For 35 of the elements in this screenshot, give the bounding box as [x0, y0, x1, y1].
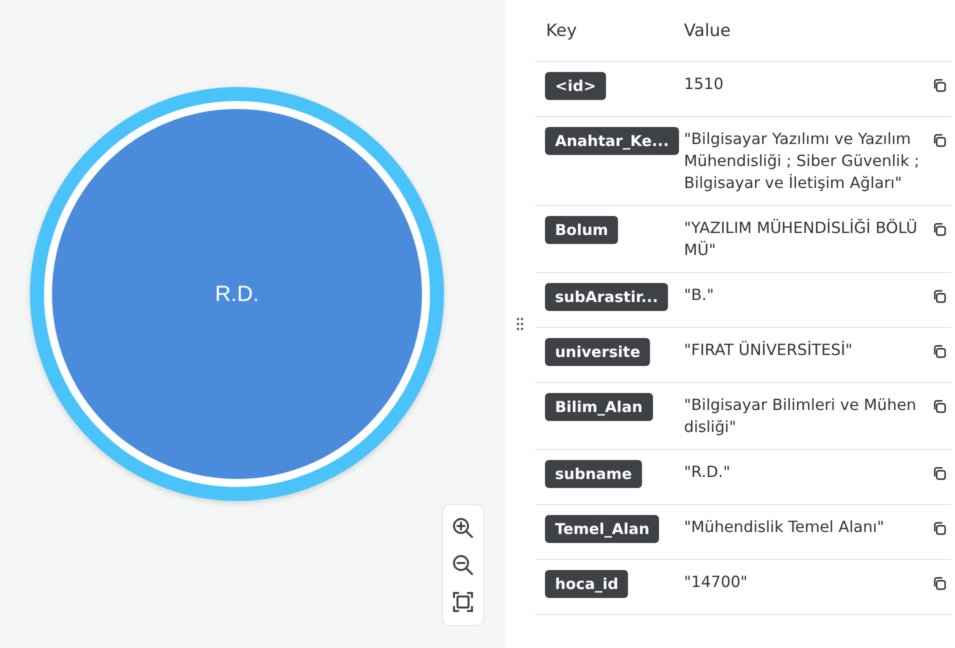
value-text: "Bilgisayar Yazılımı ve Yazılım Mühendisliği ; Siber Güvenlik ; Bilgisayar ve İletişim Ağları": [684, 129, 920, 194]
column-header: Value: [684, 20, 731, 40]
value-text: "Bilgisayar Bilimleri ve Mühendisliği": [684, 395, 918, 438]
copy-icon[interactable]: [932, 78, 947, 93]
fit-view-icon[interactable]: [451, 590, 475, 614]
copy-icon[interactable]: [932, 576, 947, 591]
key-badge: subArastir...: [545, 283, 668, 311]
drag-handle-icon[interactable]: [516, 317, 524, 331]
value-text: "Mühendislik Temel Alanı": [684, 517, 886, 538]
key-badge: subname: [545, 460, 642, 488]
key-badge: universite: [545, 338, 650, 366]
key-badge: Temel_Alan: [545, 515, 660, 543]
copy-icon[interactable]: [932, 399, 947, 414]
zoom-out-icon[interactable]: [451, 552, 475, 577]
copy-icon[interactable]: [932, 521, 947, 536]
key-badge: <id>: [545, 72, 606, 100]
value-text: "R.D.": [684, 462, 732, 483]
copy-icon[interactable]: [932, 289, 947, 304]
value-text: "YAZILIM MÜHENDİSLİĞİ BÖLÜMÜ": [684, 218, 918, 261]
graph-node[interactable]: R.D.: [30, 87, 444, 501]
copy-icon[interactable]: [932, 344, 947, 359]
copy-icon[interactable]: [932, 222, 947, 237]
value-text: "B.": [684, 285, 715, 306]
value-text: 1510: [684, 74, 724, 95]
copy-icon[interactable]: [932, 133, 947, 148]
column-header: Key: [546, 20, 578, 40]
copy-icon[interactable]: [932, 466, 947, 481]
key-badge: hoca_id: [545, 570, 628, 598]
key-badge: Bilim_Alan: [545, 393, 653, 421]
key-badge: Bolum: [545, 216, 618, 244]
zoom-in-icon[interactable]: [451, 516, 475, 540]
value-text: "14700": [684, 572, 749, 593]
node-label: R.D.: [215, 281, 259, 307]
value-text: "FIRAT ÜNİVERSİTESİ": [684, 340, 854, 361]
key-badge: Anahtar_Ke...: [545, 127, 679, 155]
